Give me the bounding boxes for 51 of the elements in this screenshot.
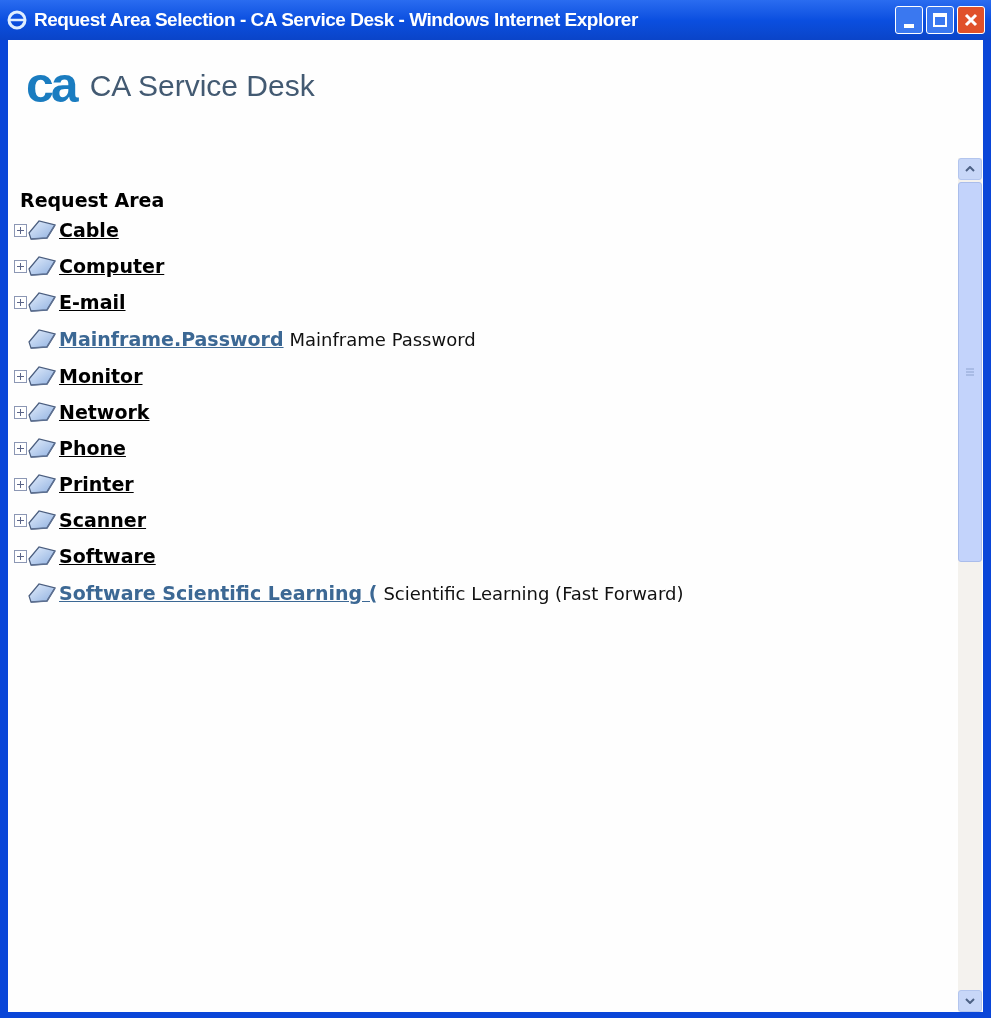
- tree-link[interactable]: Mainframe.Password: [59, 324, 284, 354]
- item-description: Scientific Learning (Fast Forward): [383, 581, 684, 606]
- gem-icon: [27, 327, 57, 351]
- gem-icon: [27, 218, 57, 242]
- minimize-icon: [904, 24, 914, 28]
- expand-icon[interactable]: [14, 369, 27, 383]
- expand-icon[interactable]: [14, 549, 27, 563]
- app-title: CA Service Desk: [89, 67, 315, 104]
- close-button[interactable]: [957, 6, 985, 34]
- maximize-button[interactable]: [926, 6, 954, 34]
- scroll-thumb[interactable]: [958, 182, 982, 562]
- gem-icon: [27, 544, 57, 568]
- gem-icon: [27, 508, 57, 532]
- expand-icon[interactable]: [14, 477, 27, 491]
- gem-icon: [27, 472, 57, 496]
- chevron-down-icon: [965, 998, 975, 1004]
- tree-link[interactable]: Computer: [59, 251, 165, 281]
- maximize-icon: [933, 13, 947, 27]
- window-title: Request Area Selection - CA Service Desk - Windows Internet Explorer: [34, 7, 638, 32]
- gem-icon: [27, 254, 57, 278]
- grip-icon: [966, 368, 974, 376]
- expand-icon[interactable]: [14, 259, 27, 273]
- expand-icon[interactable]: [14, 513, 27, 527]
- scroll-up-button[interactable]: [958, 158, 982, 180]
- tree-link[interactable]: Monitor: [59, 361, 143, 391]
- gem-icon: [27, 290, 57, 314]
- tree-link[interactable]: Scanner: [59, 505, 147, 535]
- tree-link[interactable]: Software Scientific Learning (: [59, 578, 378, 608]
- tree-link[interactable]: Phone: [59, 433, 126, 463]
- gem-icon: [27, 364, 57, 388]
- expand-icon[interactable]: [14, 441, 27, 455]
- chevron-up-icon: [965, 166, 975, 172]
- expand-icon[interactable]: [14, 295, 27, 309]
- gem-icon: [27, 581, 57, 605]
- scrollbar[interactable]: [958, 158, 982, 1012]
- scroll-down-button[interactable]: [958, 990, 982, 1012]
- gem-icon: [27, 400, 57, 424]
- close-icon: [964, 13, 978, 27]
- tree-link[interactable]: Network: [59, 397, 150, 427]
- tree-link[interactable]: E-mail: [59, 287, 126, 317]
- minimize-button[interactable]: [895, 6, 923, 34]
- gem-icon: [27, 436, 57, 460]
- tree-link[interactable]: Software: [59, 541, 156, 571]
- tree-heading: Request Area: [19, 188, 166, 212]
- tree-link[interactable]: Cable: [59, 215, 119, 245]
- logo: ca: [26, 60, 76, 110]
- tree-link[interactable]: Printer: [59, 469, 134, 499]
- item-description: Mainframe Password: [289, 327, 476, 352]
- browser-icon: [6, 9, 28, 31]
- expand-icon[interactable]: [14, 223, 27, 237]
- expand-icon[interactable]: [14, 405, 27, 419]
